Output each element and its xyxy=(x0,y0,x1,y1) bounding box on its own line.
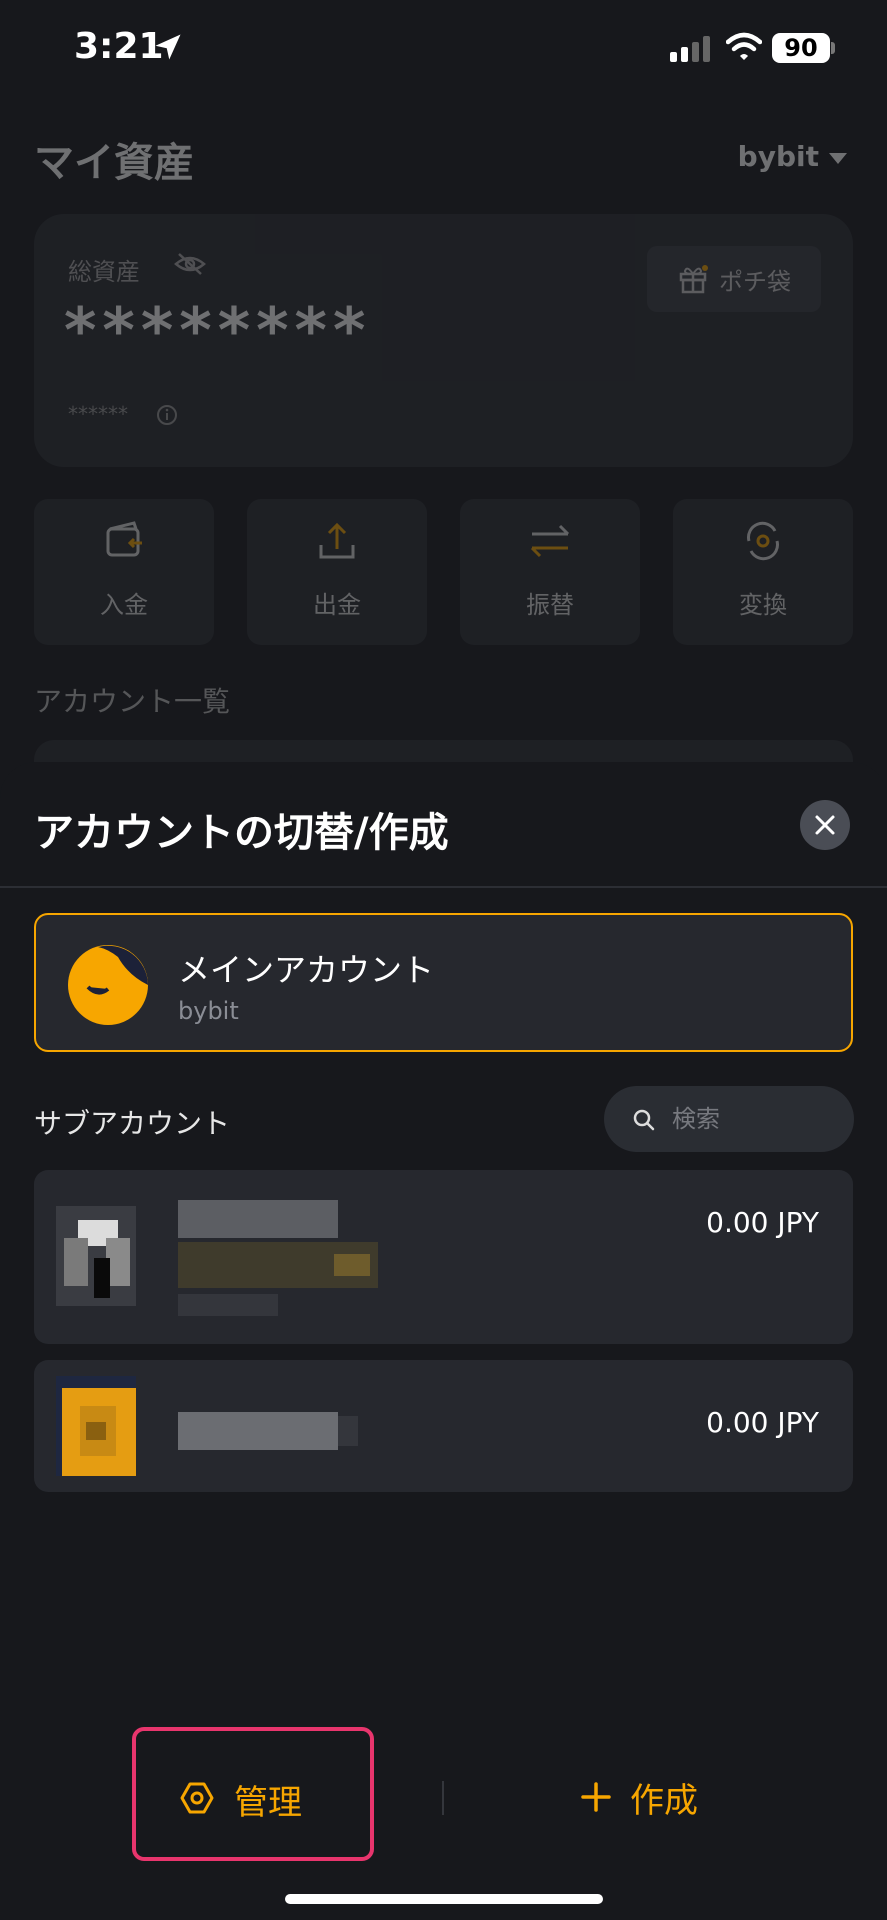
deposit-icon xyxy=(106,521,142,557)
sub-account-row[interactable]: 0.00 JPY xyxy=(34,1360,853,1492)
manage-label: 管理 xyxy=(234,1783,302,1823)
withdraw-icon xyxy=(319,522,355,559)
search-icon xyxy=(633,1109,655,1131)
search-input[interactable] xyxy=(672,1102,832,1136)
sub-account-row[interactable]: 0.00 JPY xyxy=(34,1170,853,1344)
create-label: 作成 xyxy=(630,1780,698,1821)
close-icon xyxy=(815,815,835,835)
convert-button[interactable]: 変換 xyxy=(673,499,853,645)
battery-nub xyxy=(831,42,835,54)
transfer-icon xyxy=(530,524,570,558)
location-arrow-icon xyxy=(155,34,181,60)
status-time: 3:21 xyxy=(74,26,164,67)
convert-label: 変換 xyxy=(739,591,787,619)
exchange-label: bybit xyxy=(737,140,819,173)
info-icon[interactable] xyxy=(156,404,178,426)
main-account-name: メインアカウント xyxy=(178,951,435,989)
signal-icon xyxy=(670,36,710,62)
battery-indicator: 90 xyxy=(772,33,830,63)
home-indicator xyxy=(285,1894,603,1904)
manage-button[interactable]: 管理 xyxy=(132,1727,374,1861)
account-list-title: アカウント一覧 xyxy=(34,685,231,718)
total-assets-label: 総資産 xyxy=(68,258,140,286)
status-bar: 3:21 90 xyxy=(0,0,887,100)
total-assets-sub: ****** xyxy=(68,402,128,426)
sub-accounts-title: サブアカウント xyxy=(34,1107,231,1140)
button-separator xyxy=(442,1781,444,1815)
gift-icon xyxy=(679,265,708,294)
plus-icon xyxy=(581,1782,611,1812)
main-account-exchange: bybit xyxy=(178,997,239,1025)
pochi-button[interactable]: ポチ袋 xyxy=(647,246,821,312)
transfer-button[interactable]: 振替 xyxy=(460,499,640,645)
convert-icon xyxy=(747,521,779,561)
search-box[interactable] xyxy=(604,1086,854,1152)
withdraw-button[interactable]: 出金 xyxy=(247,499,427,645)
sheet-divider xyxy=(0,886,887,888)
exchange-selector[interactable]: bybit xyxy=(738,140,847,173)
create-button[interactable]: 作成 xyxy=(580,1767,698,1827)
main-account-card[interactable]: メインアカウント bybit xyxy=(34,913,853,1052)
deposit-button[interactable]: 入金 xyxy=(34,499,214,645)
settings-hex-icon xyxy=(180,1782,214,1814)
total-assets-card: 総資産 ******** ****** ポチ袋 xyxy=(34,214,853,467)
eye-off-icon[interactable] xyxy=(174,252,206,276)
deposit-label: 入金 xyxy=(100,591,148,619)
account-switch-sheet: アカウントの切替/作成 メインアカウント bybit サブアカウント 検索 0.… xyxy=(0,762,887,1920)
page-title: マイ資産 xyxy=(34,140,194,186)
wifi-icon xyxy=(726,32,762,60)
close-button[interactable] xyxy=(800,800,850,850)
caret-down-icon xyxy=(829,152,847,164)
sub-account-balance: 0.00 JPY xyxy=(706,1206,819,1239)
transfer-label: 振替 xyxy=(526,591,574,619)
sheet-title: アカウントの切替/作成 xyxy=(34,810,449,856)
pochi-label: ポチ袋 xyxy=(719,267,791,296)
withdraw-label: 出金 xyxy=(313,591,361,619)
background-page: マイ資産 bybit 総資産 ******** ****** ポチ袋 入金 出金… xyxy=(0,100,887,820)
total-assets-value: ******** xyxy=(64,294,372,367)
sub-account-balance: 0.00 JPY xyxy=(706,1406,819,1439)
avatar xyxy=(68,945,148,1025)
